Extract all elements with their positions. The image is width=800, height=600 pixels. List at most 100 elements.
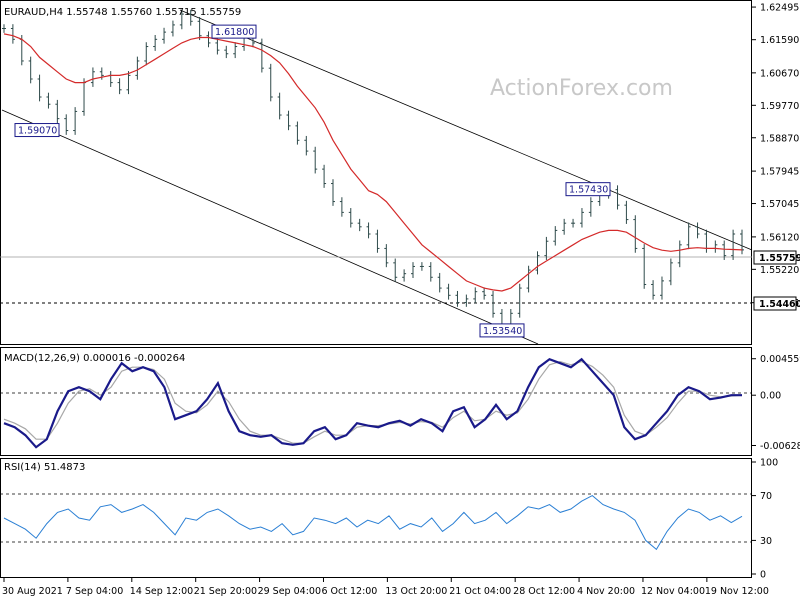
price-bar [588,197,593,217]
price-bar [224,45,229,59]
price-bar [535,251,540,275]
support-price-tag: 1.54460 [753,296,800,311]
macd-tick-label: -0.006289 [760,441,800,452]
rsi-pane-frame [0,458,752,578]
instrument-label: EURAUD,H4 1.55748 1.55760 1.55715 1.5575… [4,7,241,18]
price-bar [428,262,433,282]
price-bar [304,135,309,156]
price-bar [197,16,202,41]
rsi-line [3,495,743,551]
price-series [2,9,744,329]
macd-line [3,357,742,449]
rsi-label: RSI(14) 51.4873 [4,462,85,473]
support-price-value: 1.54460 [759,299,800,310]
svg-text:1.53540: 1.53540 [483,326,522,337]
price-bar [553,226,558,246]
price-bar [668,258,673,286]
svg-text:1.57430: 1.57430 [569,185,608,196]
rsi-tick-label: 0 [760,570,766,581]
rsi-tick-label: 100 [760,458,778,469]
price-bar [740,229,744,255]
price-bar [411,262,416,278]
price-bar [268,63,273,102]
time-axis: 30 Aug 2021 7 Sep 04:00 14 Sep 12:00 21 Sep… [2,578,769,597]
price-bar [615,185,620,210]
time-tick-label: 29 Sep 04:00 [258,586,321,597]
price-bar [384,244,389,268]
price-annotation: 1.57430 [565,182,611,197]
price-bar [348,208,353,228]
time-tick-label: 7 Sep 04:00 [66,586,123,597]
price-bar [402,269,407,282]
svg-text:1.59070: 1.59070 [18,126,57,137]
time-tick-label: 13 Oct 20:00 [385,586,447,597]
price-bar [313,146,318,174]
price-bar [215,38,220,55]
price-bar [704,229,709,253]
price-bar [659,276,664,300]
macd-tick-label: 0.00 [760,391,781,402]
time-tick-label: 21 Sep 20:00 [194,586,257,597]
price-bar [126,71,131,95]
price-bar [579,208,584,228]
price-bar [677,240,682,268]
time-tick-label: 4 Nov 20:00 [577,586,635,597]
price-bar [295,121,300,145]
price-bar [135,56,140,80]
price-bar [437,272,442,293]
price-bar [526,265,531,293]
price-bar [651,280,656,300]
time-tick-label: 28 Oct 12:00 [513,586,575,597]
price-bar [277,92,282,120]
svg-text:1.61800: 1.61800 [215,27,254,38]
price-bar [357,218,362,232]
price-tick-label: 1.56120 [760,232,799,243]
price-bar [517,283,522,318]
price-bar [473,287,478,304]
price-tick-label: 1.60670 [760,68,799,79]
price-bar [642,244,647,289]
price-bar [624,200,629,224]
price-tick-label: 1.62495 [760,3,799,14]
time-tick-label: 6 Oct 12:00 [321,586,377,597]
price-bar [90,67,95,87]
price-bar [686,222,691,250]
price-tick-label: 1.57945 [760,167,799,178]
time-tick-label: 30 Aug 2021 [2,586,63,597]
price-bar [108,71,113,87]
price-bar [286,110,291,131]
time-tick-label: 14 Sep 12:00 [130,586,193,597]
price-bar [10,24,15,44]
macd-label: MACD(12,26,9) 0.000016 -0.000264 [4,353,185,364]
price-bar [482,287,487,300]
current-price-value: 1.55759 [759,253,800,264]
price-bar [117,78,122,95]
price-bar [37,74,42,102]
price-bar [633,215,638,253]
price-tick-label: 1.58870 [760,133,799,144]
price-tick-label: 1.57045 [760,199,799,210]
price-bar [455,290,460,307]
rsi-pane: RSI(14) 51.4873 100 70 30 0 [0,458,778,581]
time-tick-label: 21 Oct 04:00 [449,586,511,597]
rsi-tick-label: 30 [760,536,772,547]
price-bar [713,240,718,253]
price-bar [64,114,69,135]
price-bar [731,229,736,260]
price-bar [206,31,211,48]
price-bar [464,294,469,307]
price-annotation: 1.61800 [211,24,257,39]
moving-average-line [3,33,743,292]
price-bar [162,27,167,44]
channel-upper-line [179,9,753,251]
price-bar [446,283,451,300]
price-bar [419,262,424,271]
channel-lower-line [1,109,539,345]
price-tick-label: 1.55220 [760,265,799,276]
price-bar [82,78,87,116]
price-bar [491,290,496,318]
time-tick-label: 12 Nov 04:00 [641,586,705,597]
price-bar [562,218,567,235]
price-annotation: 1.53540 [479,323,525,338]
price-bar [366,222,371,239]
